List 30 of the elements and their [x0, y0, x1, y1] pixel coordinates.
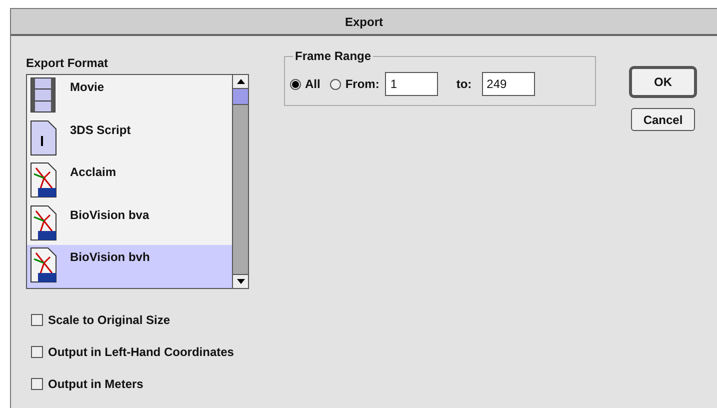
scrollbar[interactable] [232, 75, 248, 288]
radio-button[interactable] [330, 78, 342, 90]
checkbox[interactable] [31, 346, 43, 358]
checkbox-label: Scale to Original Size [48, 312, 170, 329]
checkbox-label: Output in Meters [48, 376, 144, 393]
scroll-down-icon[interactable] [233, 274, 248, 288]
skeleton-document-icon [30, 162, 58, 198]
radio-label: All [305, 76, 320, 93]
skeleton-document-icon [30, 204, 58, 241]
from-field[interactable]: 1 [385, 72, 438, 96]
list-label: Export Format [26, 55, 110, 72]
film-icon [30, 77, 58, 113]
radio-label: From: [345, 76, 380, 93]
ok-button[interactable]: OK [629, 66, 697, 98]
cancel-button[interactable]: Cancel [631, 108, 695, 131]
format-item[interactable]: BioVision bvh [27, 245, 232, 288]
document-icon [30, 120, 58, 156]
checkbox[interactable] [31, 314, 43, 326]
format-item[interactable]: 3DS Script [27, 118, 232, 160]
checkbox-label: Output in Left-Hand Coordinates [48, 344, 234, 361]
to-field[interactable]: 249 [482, 72, 535, 96]
to-label: to: [456, 76, 472, 93]
scroll-thumb[interactable] [233, 89, 248, 105]
format-item[interactable]: Acclaim [27, 160, 232, 203]
format-item[interactable]: BioVision bva [27, 202, 232, 246]
radio-button[interactable] [290, 78, 301, 90]
skeleton-document-icon [30, 247, 58, 284]
scroll-up-icon[interactable] [233, 75, 248, 89]
checkbox[interactable] [31, 378, 43, 390]
format-item[interactable]: Movie [27, 75, 232, 118]
